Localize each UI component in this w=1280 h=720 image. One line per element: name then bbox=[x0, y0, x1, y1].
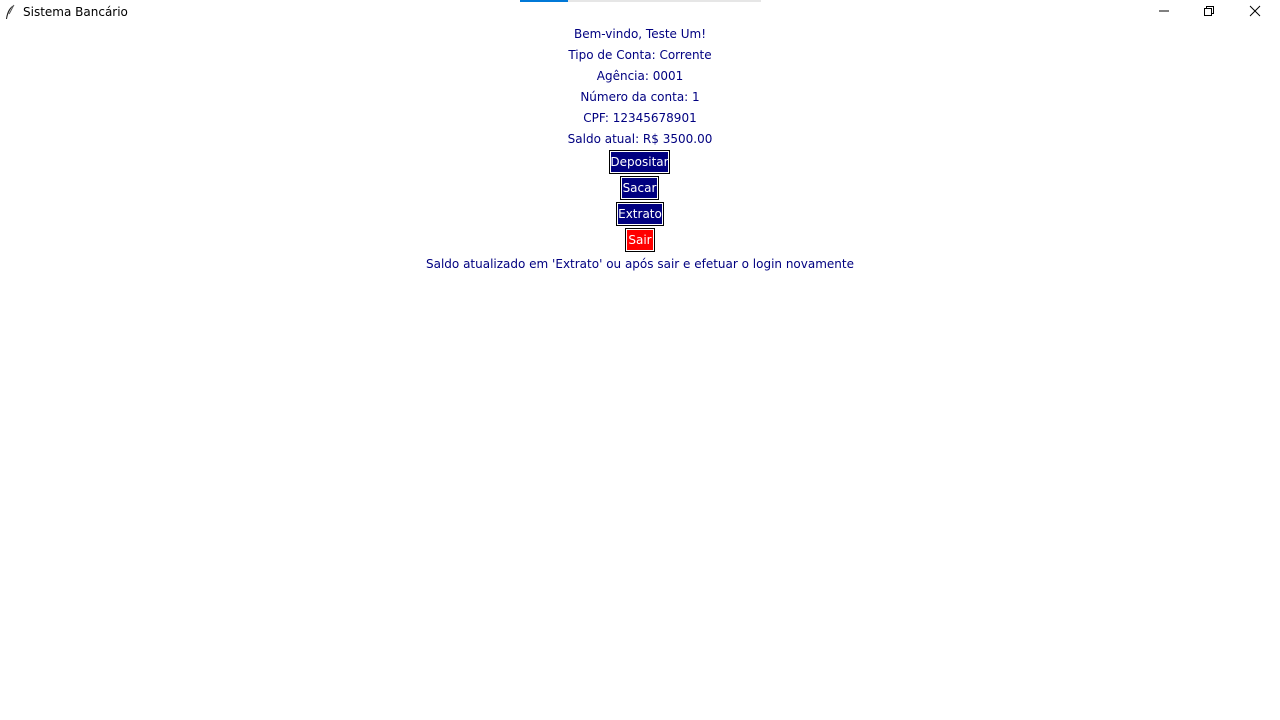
balance-update-note: Saldo atualizado em 'Extrato' ou após sa… bbox=[425, 257, 854, 271]
statement-button[interactable]: Extrato bbox=[616, 202, 664, 226]
welcome-label: Bem-vindo, Teste Um! bbox=[573, 27, 707, 41]
deposit-button[interactable]: Depositar bbox=[609, 150, 670, 174]
exit-button[interactable]: Sair bbox=[625, 228, 655, 252]
restore-icon bbox=[1204, 6, 1214, 16]
account-type-label: Tipo de Conta: Corrente bbox=[568, 48, 712, 62]
progress-bar bbox=[520, 0, 761, 2]
app-window: Sistema Bancário Bem-vindo, Teste Um! Ti… bbox=[0, 0, 1280, 720]
progress-fill bbox=[520, 0, 569, 2]
minimize-button[interactable] bbox=[1141, 0, 1187, 22]
close-icon bbox=[1249, 5, 1261, 17]
balance-label: Saldo atual: R$ 3500.00 bbox=[567, 132, 713, 146]
close-button[interactable] bbox=[1232, 0, 1278, 22]
agency-label: Agência: 0001 bbox=[596, 69, 684, 83]
main-content: Bem-vindo, Teste Um! Tipo de Conta: Corr… bbox=[0, 24, 1280, 720]
minimize-icon bbox=[1159, 10, 1169, 12]
restore-button[interactable] bbox=[1186, 0, 1232, 22]
account-number-label: Número da conta: 1 bbox=[580, 90, 700, 104]
feather-icon bbox=[5, 4, 15, 20]
cpf-label: CPF: 12345678901 bbox=[583, 111, 697, 125]
withdraw-button[interactable]: Sacar bbox=[620, 176, 659, 200]
title-bar[interactable]: Sistema Bancário bbox=[0, 0, 1280, 24]
window-title: Sistema Bancário bbox=[23, 5, 128, 19]
